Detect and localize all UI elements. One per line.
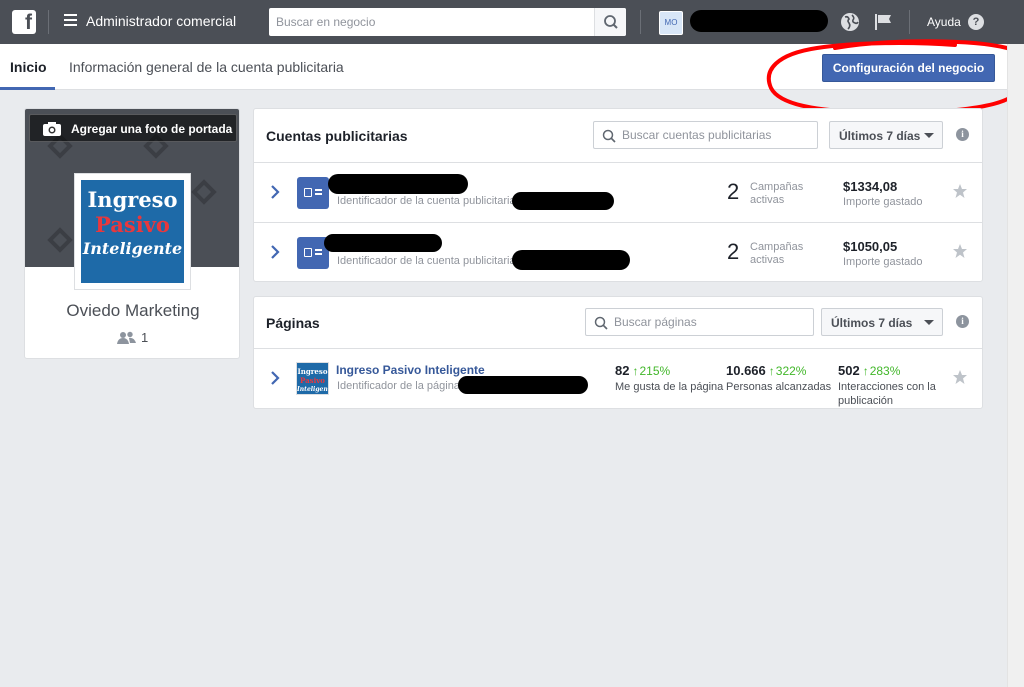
date-range-label: Últimos 7 días — [831, 316, 913, 330]
search-icon — [594, 316, 608, 330]
ad-accounts-search — [593, 121, 818, 149]
logo-text: Ingreso — [87, 187, 178, 212]
amount-spent: $1050,05 — [843, 239, 898, 254]
camera-icon — [43, 122, 61, 136]
people-reached-value: 10.666 ↑322% — [726, 363, 806, 378]
ad-accounts-panel: Cuentas publicitarias Últimos 7 días i I… — [253, 108, 983, 282]
metric-number: 10.666 — [726, 363, 766, 378]
chevron-down-icon — [924, 133, 934, 138]
search-icon — [602, 129, 616, 143]
people-reached-label: Personas alcanzadas — [726, 381, 832, 393]
flag-icon[interactable] — [874, 13, 894, 31]
date-range-label: Últimos 7 días — [839, 129, 921, 143]
active-campaigns-label: Campañas activas — [750, 241, 804, 266]
chevron-right-icon[interactable] — [270, 370, 280, 386]
app-title[interactable]: Administrador comercial — [86, 13, 236, 29]
amount-spent-label: Importe gastado — [843, 196, 923, 208]
business-settings-button[interactable]: Configuración del negocio — [822, 54, 995, 82]
avatar[interactable]: MO — [659, 11, 683, 35]
amount-spent: $1334,08 — [843, 179, 898, 194]
chevron-right-icon[interactable] — [270, 244, 280, 260]
logo-text: Pasivo — [300, 376, 325, 385]
page-likes-value: 82 ↑215% — [615, 363, 670, 378]
logo-text: Inteligente — [82, 239, 183, 258]
facebook-logo-icon[interactable]: f — [12, 10, 36, 34]
divider — [640, 10, 641, 34]
metric-change: 215% — [639, 364, 671, 378]
amount-spent-label: Importe gastado — [843, 256, 923, 268]
pages-panel: Páginas Últimos 7 días i Ingreso Pasivo … — [253, 296, 983, 409]
metric-change: 283% — [869, 364, 901, 378]
date-range-dropdown[interactable]: Últimos 7 días — [821, 308, 943, 336]
chevron-down-icon — [924, 320, 934, 325]
active-tab-indicator — [0, 87, 55, 90]
trend-up-icon: ↑ — [768, 364, 775, 378]
page-likes-label: Me gusta de la página — [615, 381, 724, 393]
trend-up-icon: ↑ — [862, 364, 869, 378]
panel-title: Páginas — [266, 315, 320, 331]
people-count: 1 — [141, 330, 149, 345]
pages-search-input[interactable] — [614, 309, 804, 335]
trend-up-icon: ↑ — [632, 364, 639, 378]
chevron-right-icon[interactable] — [270, 184, 280, 200]
help-icon[interactable]: ? — [968, 14, 984, 30]
ad-account-icon — [297, 177, 329, 209]
search-icon — [604, 15, 618, 29]
redacted-user-name — [690, 10, 828, 32]
post-engagement-value: 502 ↑283% — [838, 363, 900, 378]
star-icon[interactable] — [952, 243, 968, 259]
menu-icon[interactable] — [64, 14, 77, 26]
tab-ad-account-overview[interactable]: Información general de la cuenta publici… — [69, 59, 344, 75]
redacted-account-name — [324, 234, 442, 252]
page-thumbnail: Ingreso Pasivo Inteligente — [296, 362, 329, 395]
redacted-account-id — [512, 250, 630, 270]
logo-text: Ingreso — [297, 367, 328, 376]
page-scrollbar[interactable] — [1007, 44, 1024, 687]
redacted-account-id — [512, 192, 614, 210]
ad-account-row[interactable]: Identificador de la cuenta publicitaria … — [254, 222, 982, 282]
star-icon[interactable] — [952, 183, 968, 199]
page-name-link[interactable]: Ingreso Pasivo Inteligente — [336, 363, 485, 377]
business-search-input[interactable] — [269, 8, 594, 36]
active-campaigns-label: Campañas activas — [750, 181, 804, 206]
globe-icon[interactable] — [840, 12, 860, 32]
redacted-account-name — [328, 174, 468, 194]
redacted-page-id — [458, 376, 588, 394]
account-id-label: Identificador de la cuenta publicitaria — [337, 195, 516, 207]
sub-navigation: Inicio Información general de la cuenta … — [0, 44, 1007, 90]
top-bar: f Administrador comercial MO Ayuda ? — [0, 0, 1024, 44]
pages-search — [585, 308, 814, 336]
business-search — [269, 8, 626, 36]
business-name: Oviedo Marketing — [66, 301, 200, 320]
page-id-label: Identificador de la página — [337, 380, 460, 392]
active-campaigns-count: 2 — [727, 239, 740, 264]
account-id-label: Identificador de la cuenta publicitaria — [337, 255, 516, 267]
metric-number: 502 — [838, 363, 860, 378]
help-link[interactable]: Ayuda — [927, 15, 961, 29]
divider — [909, 10, 910, 34]
search-button[interactable] — [594, 8, 626, 36]
ad-accounts-search-input[interactable] — [622, 122, 812, 148]
page-row[interactable]: Ingreso Pasivo Inteligente Ingreso Pasiv… — [254, 348, 982, 408]
logo-text: Inteligente — [297, 386, 328, 393]
add-cover-photo-button[interactable]: Agregar una foto de portada — [29, 114, 237, 142]
ad-account-row[interactable]: Identificador de la cuenta publicitaria … — [254, 162, 982, 222]
add-cover-photo-label: Agregar una foto de portada — [71, 122, 233, 136]
post-engagement-label: Interacciones con la publicación — [838, 381, 936, 407]
business-card: Agregar una foto de portada Ingreso Pasi… — [24, 108, 240, 359]
info-icon[interactable]: i — [956, 315, 969, 328]
info-icon[interactable]: i — [956, 128, 969, 141]
people-icon — [117, 331, 136, 344]
date-range-dropdown[interactable]: Últimos 7 días — [829, 121, 943, 149]
metric-number: 82 — [615, 363, 630, 378]
panel-title: Cuentas publicitarias — [266, 128, 408, 144]
divider — [48, 10, 49, 34]
business-logo[interactable]: Ingreso Pasivo Inteligente — [74, 173, 191, 290]
logo-text: Pasivo — [95, 212, 170, 237]
tab-home[interactable]: Inicio — [10, 59, 47, 75]
active-campaigns-count: 2 — [727, 179, 740, 204]
star-icon[interactable] — [952, 369, 968, 385]
metric-change: 322% — [775, 364, 807, 378]
